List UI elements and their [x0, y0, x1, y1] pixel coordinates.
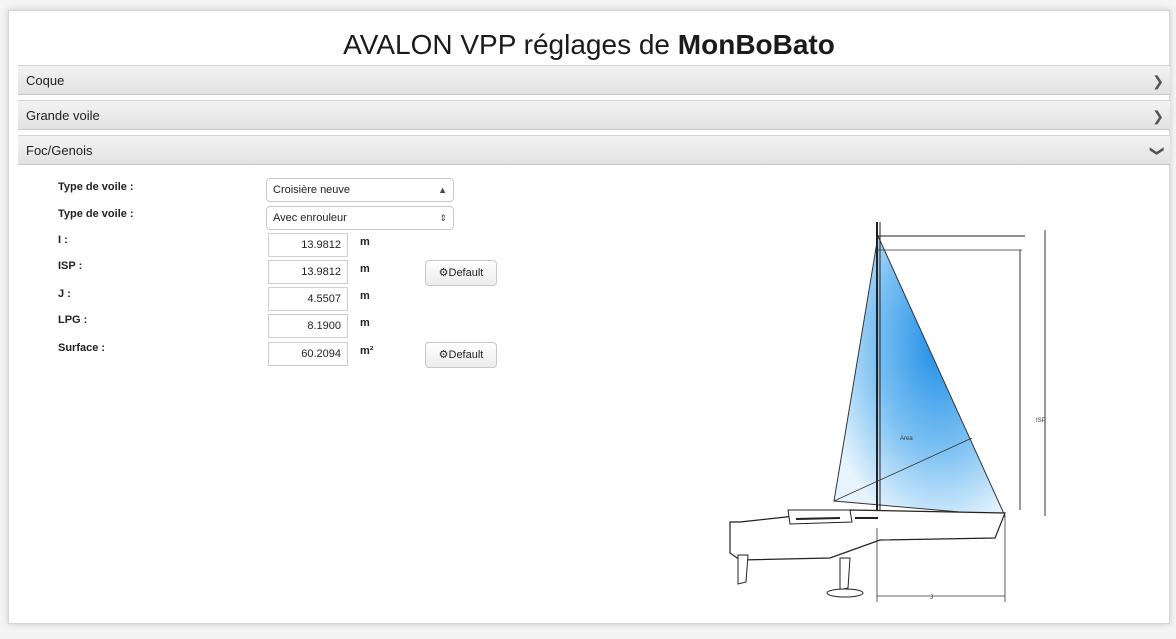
furling-select[interactable]: Avec enrouleur ⇕ [266, 206, 454, 230]
field-i-label: I : [58, 234, 68, 246]
sail-type-select[interactable]: Croisière neuve ▲ [266, 178, 454, 202]
panel-label: Grande voile [26, 108, 100, 123]
field-j-input[interactable]: 4.5507 [268, 287, 348, 311]
field-j-unit: m [360, 290, 370, 302]
field-lpg-input[interactable]: 8.1900 [268, 314, 348, 338]
rudder-shape [737, 554, 749, 585]
keel-bulb-shape [826, 588, 864, 598]
gear-icon: ⚙ [438, 267, 449, 279]
field-lpg-unit: m [360, 317, 370, 329]
j-label: J [930, 595, 933, 601]
sail-type-value: Croisière neuve [273, 184, 351, 196]
field-i-input[interactable]: 13.9812 [268, 233, 348, 257]
panel-foc-genois[interactable]: Foc/Genois ❯ [18, 135, 1170, 165]
sail-type-label-2: Type de voile : [58, 208, 134, 220]
surface-default-button[interactable]: ⚙Default [425, 342, 497, 368]
chevron-down-icon: ❯ [1150, 145, 1167, 157]
field-isp-unit: m [360, 263, 370, 275]
field-lpg-label: LPG : [58, 314, 88, 326]
button-label: Default [448, 349, 484, 361]
jib-sail-shape [833, 234, 1006, 517]
title-prefix: AVALON VPP réglages de [343, 29, 678, 60]
panel-coque[interactable]: Coque ❯ [18, 65, 1170, 95]
sail-diagram: Area ISP J [729, 222, 1046, 602]
keel-shape [839, 557, 851, 591]
isp-label: ISP [1036, 418, 1046, 424]
cabin-shape [787, 509, 853, 525]
field-isp-label: ISP : [58, 260, 83, 272]
sail-type-label: Type de voile : [58, 181, 134, 193]
chevron-right-icon: ❯ [1152, 108, 1164, 124]
field-surface-unit: m² [360, 345, 374, 357]
field-surface-label: Surface : [58, 342, 106, 354]
gear-icon: ⚙ [438, 349, 449, 361]
furling-value: Avec enrouleur [273, 212, 347, 224]
field-i-unit: m [360, 236, 370, 248]
updown-arrows-icon: ▲ [438, 185, 447, 195]
button-label: Default [448, 267, 484, 279]
area-label: Area [900, 436, 913, 442]
updown-arrows-icon: ⇕ [439, 213, 447, 223]
panel-label: Foc/Genois [26, 143, 93, 158]
panel-grande-voile[interactable]: Grande voile ❯ [18, 100, 1170, 130]
field-surface-input[interactable]: 60.2094 [268, 342, 348, 366]
chevron-right-icon: ❯ [1152, 73, 1164, 89]
title-boat-name: MonBoBato [677, 29, 835, 60]
cabin-window-shape [795, 517, 841, 520]
isp-default-button[interactable]: ⚙Default [425, 260, 497, 286]
field-isp-input[interactable]: 13.9812 [268, 260, 348, 284]
page-title: AVALON VPP réglages de MonBoBato [9, 29, 1169, 63]
field-j-label: J : [58, 288, 71, 300]
panel-label: Coque [26, 73, 65, 88]
